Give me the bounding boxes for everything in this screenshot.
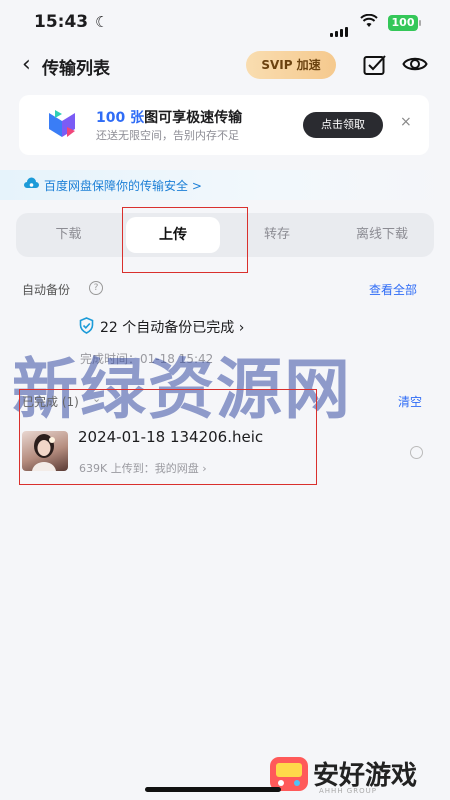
- highlight-box-file-row: [19, 389, 317, 485]
- eye-icon[interactable]: [402, 54, 428, 78]
- wifi-icon: [360, 13, 378, 32]
- status-time: 15:43: [34, 12, 89, 32]
- shield-check-icon: [79, 317, 94, 338]
- tab-download[interactable]: 下载: [16, 213, 121, 257]
- help-icon[interactable]: ?: [89, 281, 103, 295]
- promo-title: 100 张图可享极速传输: [96, 110, 243, 126]
- checklist-icon[interactable]: [363, 54, 387, 80]
- home-indicator[interactable]: [145, 787, 281, 792]
- moon-icon: ☾: [95, 13, 109, 31]
- cloud-shield-icon: [24, 176, 39, 195]
- claim-button[interactable]: 点击领取: [303, 112, 383, 138]
- auto-backup-status[interactable]: 22 个自动备份已完成 ›: [100, 317, 244, 337]
- close-icon[interactable]: ×: [400, 114, 412, 130]
- page-title: 传输列表: [42, 59, 110, 79]
- svip-boost-button[interactable]: SVIP 加速: [246, 51, 336, 79]
- security-notice-text[interactable]: 百度网盘保障你的传输安全 >: [44, 177, 202, 194]
- battery-indicator: 100: [388, 15, 418, 31]
- clear-button[interactable]: 清空: [398, 393, 422, 410]
- select-radio[interactable]: [410, 446, 423, 459]
- back-chevron-icon[interactable]: ‹: [22, 52, 31, 78]
- brand-subtitle: AHHH GROUP: [319, 787, 377, 795]
- promo-subtitle: 还送无限空间，告别内存不足: [96, 129, 239, 142]
- cellular-signal-icon: [330, 18, 350, 37]
- highlight-box-upload-tab: [122, 207, 248, 273]
- auto-backup-label: 自动备份: [22, 283, 71, 297]
- view-all-link[interactable]: 查看全部: [369, 281, 417, 298]
- baidu-netdisk-logo-icon: [44, 107, 80, 143]
- tab-offline-download[interactable]: 离线下载: [330, 213, 434, 257]
- battery-tip: [419, 20, 421, 26]
